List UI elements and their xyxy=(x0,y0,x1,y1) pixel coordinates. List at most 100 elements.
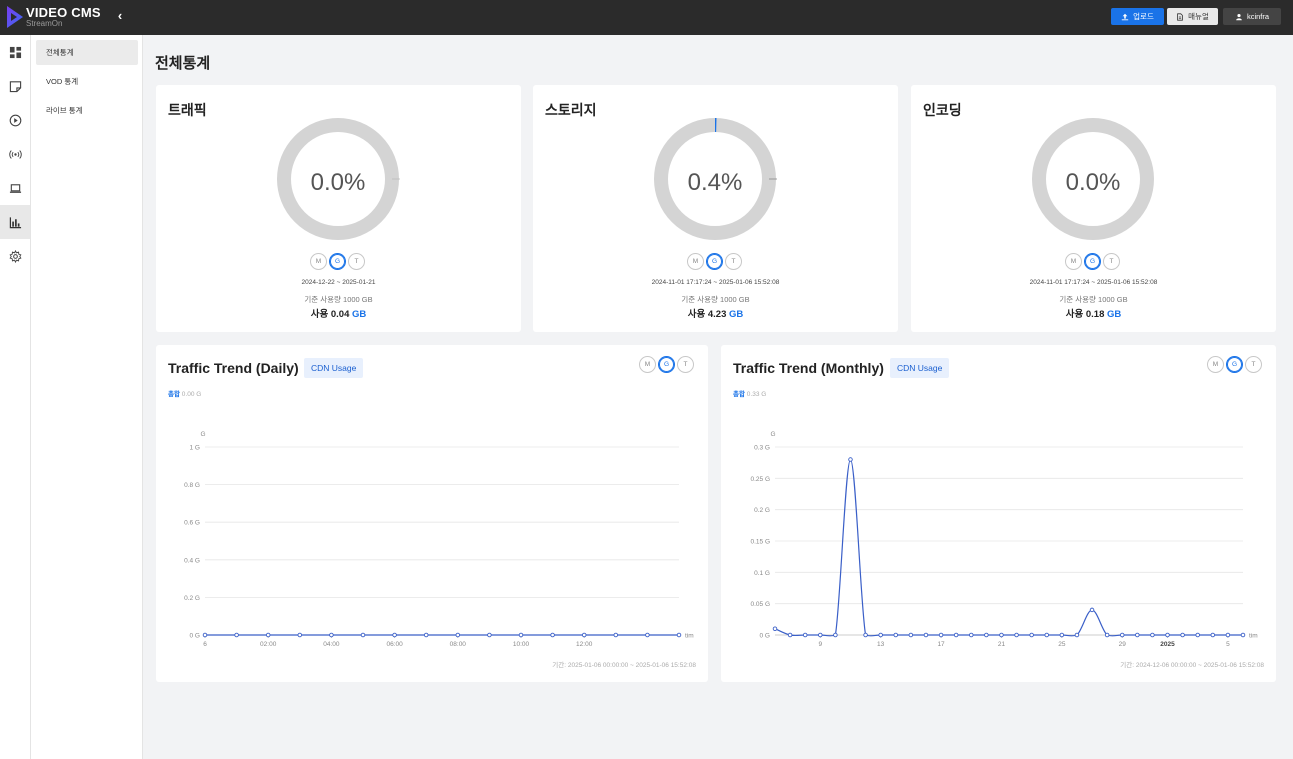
unit-toggle: M G T xyxy=(310,253,365,270)
unit-toggle-m[interactable]: M xyxy=(310,253,327,270)
usage-text: 사용 4.23 GB xyxy=(533,306,898,320)
range-text: 기간: 2024-12-06 00:00:00 ~ 2025-01-06 15:… xyxy=(1120,662,1264,669)
user-button[interactable]: kcinfra xyxy=(1223,8,1281,25)
rail-item-settings[interactable] xyxy=(0,239,30,273)
x-tick-label: 10:00 xyxy=(513,641,530,648)
page-title: 전체통계 xyxy=(155,55,211,72)
data-point xyxy=(818,632,823,638)
y-tick-label: 0.6 G xyxy=(184,520,200,527)
data-point xyxy=(487,632,492,638)
rail-item-content[interactable] xyxy=(0,69,30,103)
data-point xyxy=(984,632,989,638)
y-tick-label: 0.2 G xyxy=(184,595,200,602)
manual-button[interactable]: 매뉴얼 xyxy=(1167,8,1218,25)
data-point xyxy=(893,632,899,638)
donut-value: 0.0% xyxy=(310,169,366,196)
data-point xyxy=(518,632,524,638)
period-text: 2024-12-22 ~ 2025-01-21 xyxy=(301,279,376,286)
data-point xyxy=(1089,607,1095,613)
rail-item-dashboard[interactable] xyxy=(0,35,30,69)
bar-chart-icon xyxy=(9,216,21,228)
data-point xyxy=(953,632,959,638)
y-tick-label: 1 G xyxy=(190,445,200,452)
x-tick-label: 29 xyxy=(1119,641,1127,648)
unit-toggle-g[interactable]: G xyxy=(706,253,723,270)
daily-trend-card: Traffic Trend (Daily) CDN Usage M G T 총합… xyxy=(156,345,708,682)
data-point xyxy=(234,632,239,638)
upload-icon xyxy=(1121,13,1129,20)
top-bar: VIDEO CMS StreamOn ‹ 업로드 매뉴얼 kcinfra xyxy=(0,0,1293,35)
rail-item-statistics[interactable] xyxy=(0,205,30,239)
x-axis-label: tim xyxy=(1249,633,1258,640)
upload-button[interactable]: 업로드 xyxy=(1111,8,1164,25)
x-tick-label: 25 xyxy=(1058,641,1066,648)
monthly-trend-chart: G 0 G 0.05 G 0.1 G 0.15 G 0.2 G 0.25 G 0.3 G 9 13… xyxy=(750,431,1258,648)
data-point xyxy=(908,632,914,638)
brand-name: VIDEO CMS xyxy=(26,5,101,20)
unit-toggle-m[interactable]: M xyxy=(1065,253,1082,270)
unit-toggle-g[interactable]: G xyxy=(329,253,346,270)
range-text: 기간: 2025-01-06 00:00:00 ~ 2025-01-06 15:… xyxy=(552,662,696,669)
data-point xyxy=(550,632,555,638)
x-axis-label: tim xyxy=(685,633,694,640)
unit-toggle-g[interactable]: G xyxy=(1084,253,1101,270)
rail-item-device[interactable] xyxy=(0,171,30,205)
data-point xyxy=(1225,632,1231,638)
data-point xyxy=(772,626,778,631)
laptop-icon xyxy=(9,183,21,193)
card-title: 스토리지 xyxy=(545,102,597,118)
unit-toggle-t[interactable]: T xyxy=(1103,253,1120,270)
x-tick-label: 08:00 xyxy=(450,641,467,648)
data-point xyxy=(297,632,303,638)
data-point xyxy=(833,632,838,638)
data-point xyxy=(802,632,808,638)
user-label: kcinfra xyxy=(1246,12,1270,21)
unit-toggle-m[interactable]: M xyxy=(687,253,704,270)
unit-toggle: M G T xyxy=(687,253,742,270)
data-point xyxy=(1119,632,1125,638)
manual-label: 매뉴얼 xyxy=(1188,12,1209,21)
period-text: 2024-11-01 17:17:24 ~ 2025-01-06 15:52:0… xyxy=(651,279,780,286)
subnav-item-live-stats[interactable]: 라이브 통계 xyxy=(36,98,138,123)
daily-trend-chart: G 0 G 0.2 G 0.4 G 0.6 G 0.8 G 1 G 6 02:00 04:00 06… xyxy=(184,431,694,648)
y-tick-label: 0.3 G xyxy=(754,445,770,452)
data-point xyxy=(1210,632,1216,638)
data-point xyxy=(1135,632,1140,638)
data-point xyxy=(455,632,461,638)
data-point xyxy=(1195,632,1200,638)
data-point xyxy=(1180,632,1185,638)
data-point xyxy=(613,632,619,638)
broadcast-icon xyxy=(8,149,22,159)
rail-item-vod[interactable] xyxy=(0,103,30,137)
data-point xyxy=(1074,632,1080,638)
note-icon xyxy=(9,80,21,92)
subnav-item-total-stats[interactable]: 전체통계 xyxy=(36,40,138,65)
x-tick-label: 9 xyxy=(818,641,822,648)
brand-sub: StreamOn xyxy=(26,19,63,28)
data-point xyxy=(581,632,587,638)
data-point xyxy=(1044,632,1049,638)
chevron-left-icon[interactable]: ‹ xyxy=(112,8,128,24)
rail-item-live[interactable] xyxy=(0,137,30,171)
x-tick-label: 17 xyxy=(937,641,945,648)
y-axis-unit: G xyxy=(770,431,775,438)
subnav-item-vod-stats[interactable]: VOD 통계 xyxy=(36,69,138,94)
data-point xyxy=(360,632,366,638)
data-point xyxy=(676,632,682,638)
gear-icon xyxy=(9,249,21,263)
card-title: 인코딩 xyxy=(923,102,962,118)
usage-text: 사용 0.04 GB xyxy=(156,306,521,320)
icon-rail xyxy=(0,35,31,759)
y-tick-label: 0 G xyxy=(760,633,770,640)
unit-toggle-t[interactable]: T xyxy=(725,253,742,270)
card-title: 트래픽 xyxy=(168,102,207,118)
data-point xyxy=(1150,632,1155,638)
series-line xyxy=(774,458,1243,637)
unit-toggle-t[interactable]: T xyxy=(348,253,365,270)
data-point xyxy=(1059,632,1065,638)
x-tick-label: 12:00 xyxy=(576,641,593,648)
data-point xyxy=(1029,632,1034,638)
basis-text: 기준 사용량 1000 GB xyxy=(681,295,750,304)
data-point xyxy=(202,632,208,638)
y-tick-label: 0.8 G xyxy=(184,482,200,489)
